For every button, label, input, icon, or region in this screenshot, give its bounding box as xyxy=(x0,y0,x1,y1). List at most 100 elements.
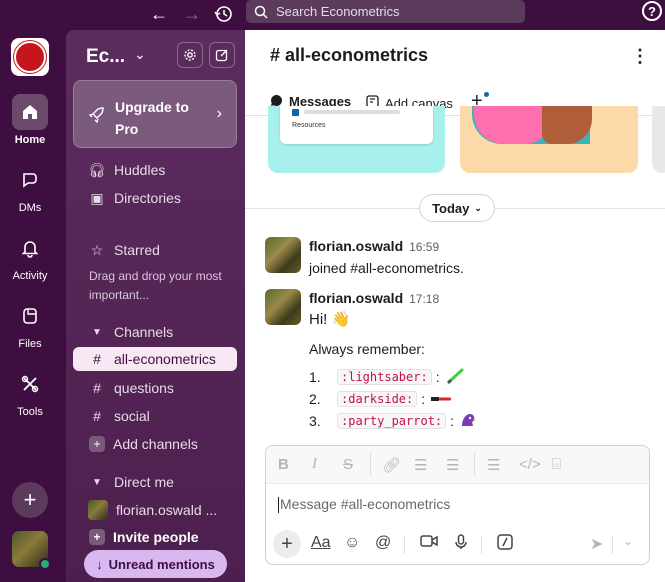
sidebar-item-directories[interactable]: ▣ Directories xyxy=(73,186,237,210)
sidebar-item-social[interactable]: # social xyxy=(73,404,237,428)
emoji-code: :party_parrot: xyxy=(337,413,447,429)
format-text-icon[interactable]: Aa xyxy=(311,534,331,552)
dm-section-header[interactable]: ▼ Direct me xyxy=(73,470,237,494)
chat-bubbles-icon xyxy=(12,162,48,198)
rail-tools[interactable]: Tools xyxy=(0,366,60,418)
rail-files[interactable]: Files xyxy=(0,298,60,350)
message-input[interactable]: Message #all-econometrics xyxy=(278,496,450,514)
channel-name: social xyxy=(114,408,150,424)
emoji-icon[interactable]: ☺ xyxy=(344,534,360,552)
sidebar-item-label: Directories xyxy=(114,190,181,206)
rail-label: DMs xyxy=(18,202,42,214)
toolbar-divider xyxy=(612,536,613,554)
avatar[interactable] xyxy=(265,237,301,273)
bulleted-list-icon[interactable]: ☰ xyxy=(446,456,459,474)
sidebar-item-huddles[interactable]: 🎧︎ Huddles xyxy=(73,158,237,182)
canvas-template-card[interactable]: Resources xyxy=(268,106,445,173)
caret-down-icon: ▼ xyxy=(92,476,102,488)
help-icon[interactable]: ? xyxy=(642,1,662,21)
workspace-logo[interactable] xyxy=(11,38,49,76)
strikethrough-icon[interactable]: S xyxy=(343,456,353,473)
message-list: 1. :lightsaber: : 2. :darkside: : 3. :pa… xyxy=(309,366,477,432)
rail-label: Activity xyxy=(12,270,48,282)
chevron-right-icon: › xyxy=(216,105,222,122)
unread-label: Unread mentions xyxy=(108,556,215,572)
page-title[interactable]: # all-econometrics xyxy=(270,45,428,66)
workspace-name[interactable]: Ec... xyxy=(86,46,125,68)
microphone-icon[interactable] xyxy=(455,534,467,555)
message-timestamp[interactable]: 16:59 xyxy=(409,240,439,254)
avatar xyxy=(88,500,108,520)
star-icon: ☆ xyxy=(90,241,104,258)
settings-button[interactable] xyxy=(177,42,203,68)
author-name: florian.oswald xyxy=(309,290,404,306)
starred-hint: Drag and drop your most important... xyxy=(89,269,222,302)
date-jump-button[interactable]: Today ⌄ xyxy=(419,194,495,222)
list-item: 2. :darkside: : xyxy=(309,388,476,410)
slash-command-icon[interactable] xyxy=(497,534,513,555)
compose-button[interactable] xyxy=(209,42,235,68)
invite-people-button[interactable]: + Invite people xyxy=(73,525,237,549)
seal-icon xyxy=(14,41,46,73)
italic-icon[interactable]: I xyxy=(312,456,317,473)
avatar[interactable] xyxy=(265,289,301,325)
message-text: joined #all-econometrics. xyxy=(309,260,464,276)
upgrade-to-pro-button[interactable]: Upgrade to Pro › xyxy=(73,80,237,148)
canvas-template-card[interactable] xyxy=(652,106,665,173)
text-caret xyxy=(278,497,279,514)
sidebar-item-dm-florian[interactable]: florian.oswald ... xyxy=(73,498,237,522)
message-author[interactable]: florian.oswald 17:18 xyxy=(309,290,439,306)
message-timestamp[interactable]: 17:18 xyxy=(409,292,439,306)
message-text: Hi! 👋 xyxy=(309,311,351,328)
emoji-code: :lightsaber: xyxy=(337,369,432,385)
composer-actions: + Aa ☺ @ ➤ ⌄ xyxy=(266,528,649,562)
chevron-down-icon[interactable]: ⌄ xyxy=(623,534,633,548)
search-icon xyxy=(254,5,268,19)
unread-mentions-button[interactable]: ↓ Unread mentions xyxy=(84,550,227,578)
mention-icon[interactable]: @ xyxy=(375,534,391,552)
send-icon[interactable]: ➤ xyxy=(590,534,603,554)
channel-name: all-econometrics xyxy=(114,351,216,367)
list-number: 2. xyxy=(309,391,321,407)
ordered-list-icon[interactable]: ☰ xyxy=(414,456,427,474)
user-avatar[interactable] xyxy=(12,531,51,570)
canvas-template-card[interactable] xyxy=(460,106,638,173)
date-label: Today xyxy=(432,200,470,216)
gear-icon xyxy=(184,49,196,61)
rocket-icon xyxy=(88,107,104,124)
emoji-code: :darkside: xyxy=(337,391,418,407)
rail-home[interactable]: Home xyxy=(0,94,60,146)
link-icon[interactable]: 🔗︎ xyxy=(382,456,401,474)
bold-icon[interactable]: B xyxy=(278,456,289,473)
forward-arrow-icon[interactable]: → xyxy=(181,3,203,25)
plus-icon: + xyxy=(89,529,105,545)
more-options-icon[interactable]: ⋮ xyxy=(631,46,649,67)
add-channels-button[interactable]: + Add channels xyxy=(73,432,237,456)
search-placeholder: Search Econometrics xyxy=(276,4,400,19)
sidebar-item-all-econometrics[interactable]: # all-econometrics xyxy=(73,347,237,371)
blockquote-icon[interactable]: ☰ xyxy=(487,456,500,474)
channels-section-header[interactable]: ▼ Channels xyxy=(73,320,237,344)
code-block-icon[interactable]: ⌸ xyxy=(552,456,561,473)
top-bar: ← → Search Econometrics ? xyxy=(0,0,665,30)
rail-activity[interactable]: Activity xyxy=(0,230,60,282)
message-author[interactable]: florian.oswald 16:59 xyxy=(309,238,439,254)
tools-icon xyxy=(12,366,48,402)
sidebar-item-starred[interactable]: ☆ Starred xyxy=(73,238,237,262)
rail-dms[interactable]: DMs xyxy=(0,162,60,214)
channel-sidebar: Ec... ⌄ Upgrade to Pro › 🎧︎ Huddles ▣ Di… xyxy=(66,30,245,582)
sidebar-item-questions[interactable]: # questions xyxy=(73,376,237,400)
bell-icon xyxy=(12,230,48,266)
placeholder-bar xyxy=(304,110,400,114)
sidebar-item-label: Add channels xyxy=(113,436,198,452)
search-bar[interactable]: Search Econometrics xyxy=(246,0,525,23)
video-icon[interactable] xyxy=(420,534,438,553)
channel-view: # all-econometrics ⋮ Messages Add canvas… xyxy=(245,30,665,582)
attach-plus-button[interactable]: + xyxy=(273,530,301,558)
back-arrow-icon[interactable]: ← xyxy=(148,3,170,25)
add-workspace-button[interactable]: + xyxy=(12,482,48,518)
headphones-icon: 🎧︎ xyxy=(88,161,106,178)
code-icon[interactable]: </> xyxy=(519,456,541,473)
history-icon[interactable] xyxy=(212,3,234,25)
chevron-down-icon[interactable]: ⌄ xyxy=(134,46,146,63)
